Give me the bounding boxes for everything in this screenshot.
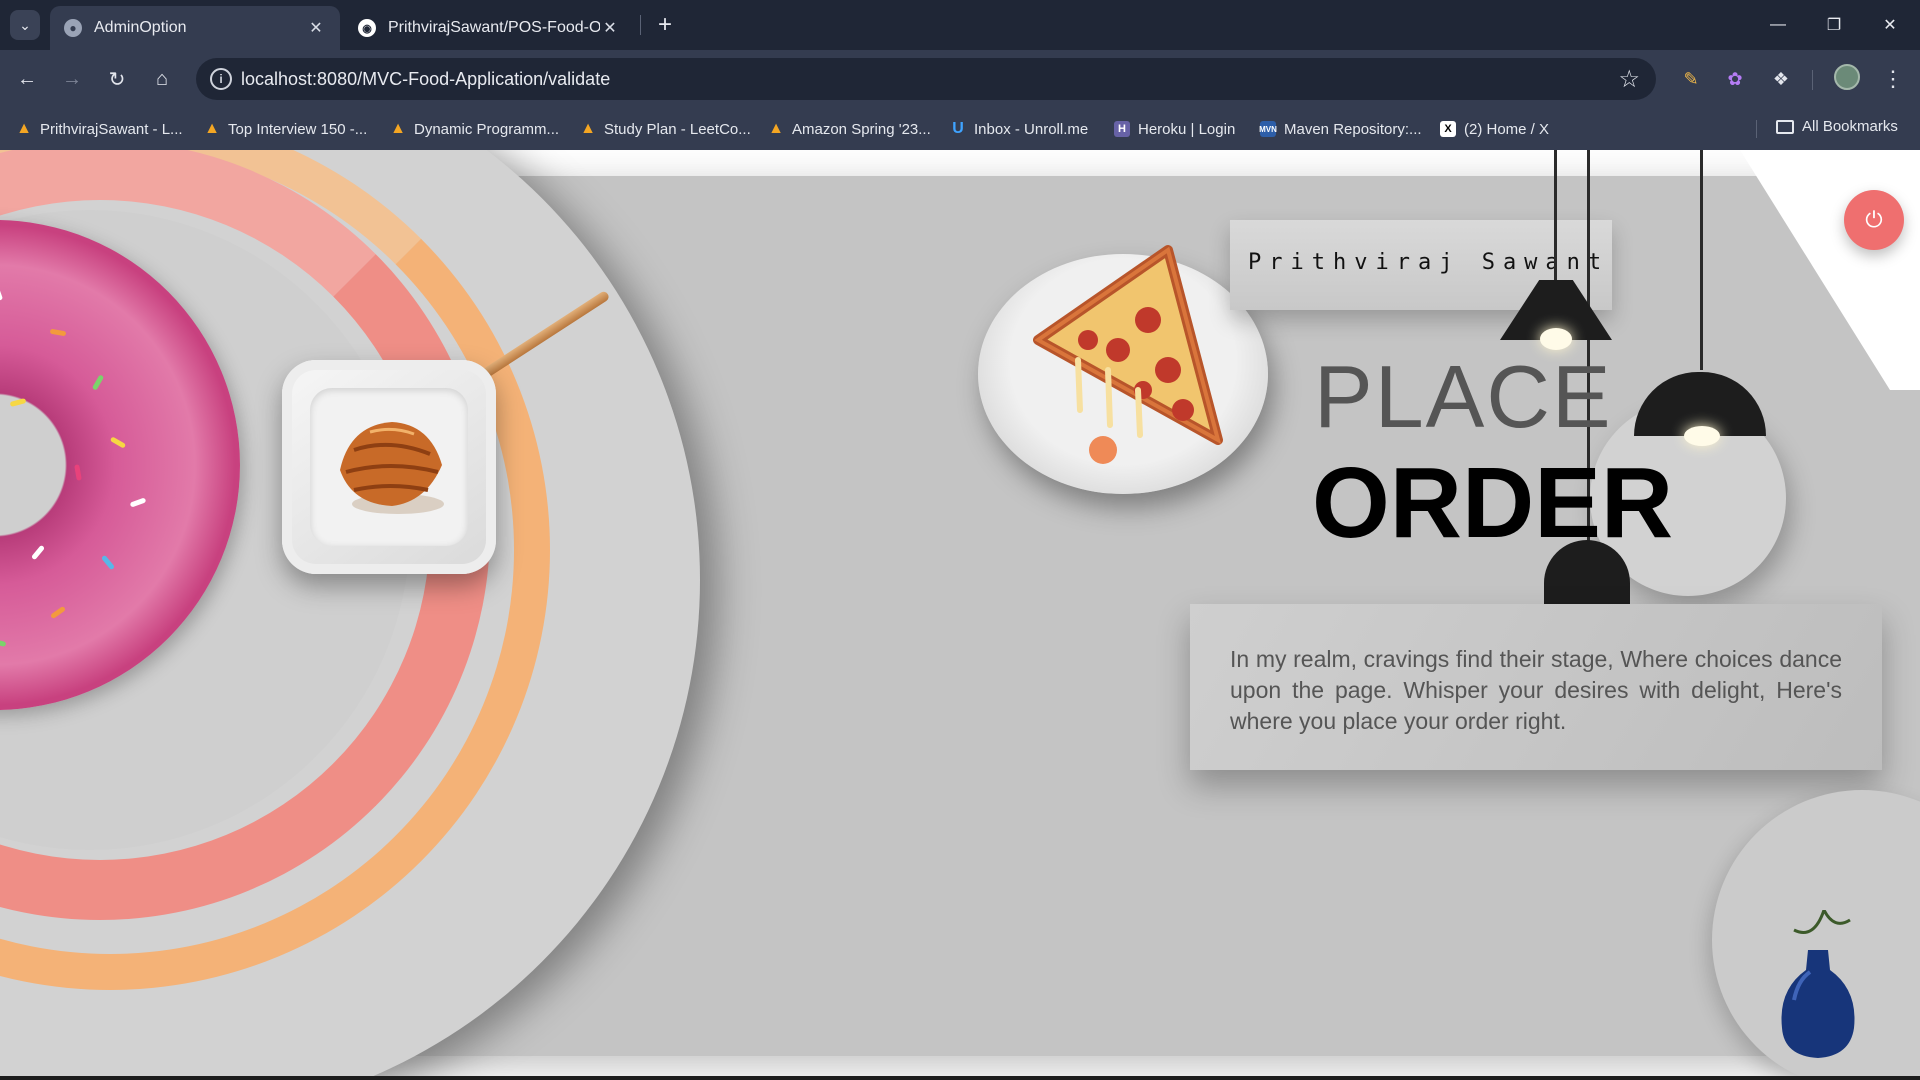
restore-icon: ❐ bbox=[1826, 17, 1842, 34]
bookmark-label: Study Plan - LeetCo... bbox=[604, 120, 751, 138]
description-card: In my realm, cravings find their stage, … bbox=[1190, 604, 1882, 770]
globe-icon: ● bbox=[64, 19, 82, 37]
tab-title: AdminOption bbox=[94, 19, 187, 36]
tab-strip: ⌄ ● AdminOption ✕ ◉ PrithvirajSawant/POS… bbox=[0, 0, 1920, 50]
bottom-border bbox=[0, 1076, 1920, 1080]
bookmark-item[interactable]: ▲ Amazon Spring '23... bbox=[768, 118, 931, 140]
croissant-tile-inner bbox=[310, 388, 468, 546]
bookmark-label: Top Interview 150 -... bbox=[228, 120, 368, 138]
bookmark-item[interactable]: H Heroku | Login bbox=[1114, 118, 1235, 140]
home-button[interactable]: ⌂ bbox=[145, 62, 179, 96]
leetcode-icon: ▲ bbox=[204, 120, 220, 137]
toolbar-separator bbox=[1812, 70, 1813, 90]
bookmark-label: (2) Home / X bbox=[1464, 120, 1550, 138]
maven-icon: MVN bbox=[1259, 121, 1277, 137]
leetcode-icon: ▲ bbox=[580, 120, 596, 137]
page-content: Prithviraj Sawant PLACE ORDER In my real… bbox=[0, 150, 1920, 1080]
description-text: In my realm, cravings find their stage, … bbox=[1230, 646, 1842, 734]
bookmark-item[interactable]: ▲ PrithvirajSawant - L... bbox=[16, 118, 183, 140]
bookmarks-bar: ▲ PrithvirajSawant - L... ▲ Top Interview … bbox=[0, 108, 1920, 150]
plus-icon: + bbox=[657, 11, 672, 38]
leetcode-icon: ▲ bbox=[768, 120, 784, 137]
close-icon: ✕ bbox=[1883, 17, 1897, 34]
home-icon: ⌂ bbox=[155, 67, 169, 90]
lamp-bulb bbox=[1684, 426, 1720, 446]
more-menu-icon[interactable]: ⋮ bbox=[1878, 64, 1908, 94]
chevron-down-icon: ⌄ bbox=[19, 16, 31, 33]
close-tab-icon[interactable]: ✕ bbox=[306, 18, 326, 38]
croissant-tile bbox=[282, 360, 496, 574]
folder-icon bbox=[1776, 119, 1794, 134]
tab-admin-option[interactable]: ● AdminOption ✕ bbox=[50, 6, 340, 50]
bookmark-item[interactable]: ▲ Study Plan - LeetCo... bbox=[580, 118, 751, 140]
leetcode-icon: ▲ bbox=[16, 120, 32, 137]
all-bookmarks-label: All Bookmarks bbox=[1802, 118, 1898, 135]
browser-toolbar: ← → ↻ ⌂ i localhost:8080/MVC-Food-Applic… bbox=[0, 50, 1920, 108]
pizza-slice-image bbox=[1033, 245, 1223, 464]
bookmarks-separator bbox=[1756, 120, 1757, 138]
blue-vase-image bbox=[1781, 910, 1855, 1058]
tab-search-button[interactable]: ⌄ bbox=[10, 10, 40, 40]
back-button[interactable]: ← bbox=[10, 62, 44, 96]
reload-button[interactable]: ↻ bbox=[100, 62, 134, 96]
bookmark-item[interactable]: X (2) Home / X bbox=[1440, 118, 1549, 140]
heroku-icon: H bbox=[1114, 121, 1130, 137]
croissant-image bbox=[340, 422, 444, 514]
restore-button[interactable]: ❐ bbox=[1806, 0, 1862, 50]
arrow-left-icon: ← bbox=[17, 67, 37, 90]
tab-separator bbox=[640, 15, 641, 35]
bookmark-label: Amazon Spring '23... bbox=[792, 120, 931, 138]
bookmark-label: Dynamic Programm... bbox=[414, 120, 560, 138]
bookmark-item[interactable]: ▲ Dynamic Programm... bbox=[390, 118, 559, 140]
bookmark-label: Inbox - Unroll.me bbox=[974, 120, 1089, 138]
bookmark-item[interactable]: ▲ Top Interview 150 -... bbox=[204, 118, 367, 140]
lamp-wire bbox=[1554, 150, 1557, 280]
all-bookmarks-button[interactable]: All Bookmarks bbox=[1776, 118, 1898, 135]
minimize-icon: — bbox=[1770, 16, 1786, 33]
heading-place: PLACE bbox=[1314, 347, 1613, 446]
lamp-wire bbox=[1700, 150, 1703, 370]
address-url[interactable]: localhost:8080/MVC-Food-Application/vali… bbox=[241, 69, 610, 90]
brain-extension-icon[interactable]: ✿ bbox=[1720, 64, 1750, 94]
profile-avatar[interactable] bbox=[1834, 64, 1860, 90]
bookmark-label: Maven Repository:... bbox=[1284, 120, 1422, 138]
tab-title: PrithvirajSawant/POS-Food-Ord bbox=[388, 19, 600, 36]
extensions-puzzle-icon[interactable]: ❖ bbox=[1766, 64, 1796, 94]
site-info-icon[interactable]: i bbox=[210, 68, 232, 90]
close-tab-icon[interactable]: ✕ bbox=[600, 18, 620, 38]
power-icon: ⏻ bbox=[1865, 207, 1883, 232]
leetcode-icon: ▲ bbox=[390, 120, 406, 137]
unroll-icon: U bbox=[952, 120, 964, 137]
close-window-button[interactable]: ✕ bbox=[1862, 0, 1918, 50]
arrow-right-icon: → bbox=[62, 67, 82, 90]
tab-github[interactable]: ◉ PrithvirajSawant/POS-Food-Ord ✕ bbox=[344, 6, 634, 50]
address-bar[interactable]: i localhost:8080/MVC-Food-Application/va… bbox=[196, 58, 1656, 100]
pen-extension-icon[interactable]: ✎ bbox=[1676, 64, 1706, 94]
logout-power-button[interactable]: ⏻ bbox=[1844, 190, 1904, 250]
minimize-button[interactable]: — bbox=[1750, 0, 1806, 50]
reload-icon: ↻ bbox=[108, 68, 126, 91]
new-tab-button[interactable]: + bbox=[650, 10, 680, 40]
bookmark-item[interactable]: U Inbox - Unroll.me bbox=[950, 118, 1088, 140]
github-icon: ◉ bbox=[358, 19, 376, 37]
forward-button[interactable]: → bbox=[55, 62, 89, 96]
heading-order: ORDER bbox=[1312, 447, 1674, 559]
x-icon: X bbox=[1440, 121, 1456, 137]
bookmark-item[interactable]: MVN Maven Repository:... bbox=[1259, 118, 1422, 140]
bookmark-star-icon[interactable]: ☆ bbox=[1618, 65, 1640, 94]
bookmark-label: Heroku | Login bbox=[1138, 120, 1236, 138]
bookmark-label: PrithvirajSawant - L... bbox=[40, 120, 183, 138]
